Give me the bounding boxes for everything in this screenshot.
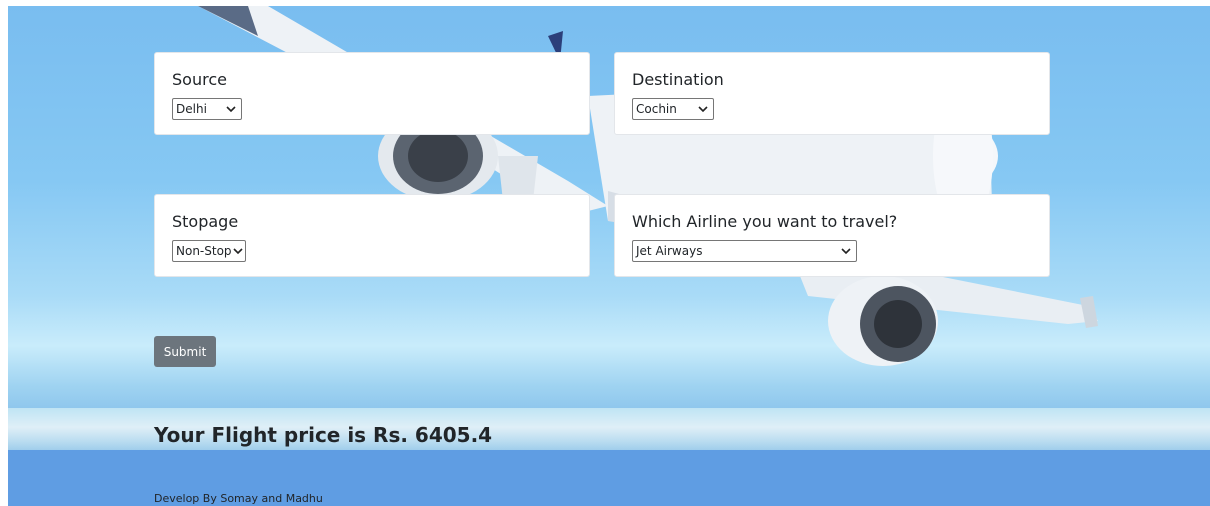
destination-select[interactable]: Cochin — [632, 98, 714, 120]
stopage-select-value: Non-Stop — [176, 244, 232, 258]
airline-card: Which Airline you want to travel? Jet Ai… — [614, 194, 1050, 277]
stopage-card: Stopage Non-Stop — [154, 194, 590, 277]
footer-credit: Develop By Somay and Madhu — [154, 492, 323, 505]
chevron-down-icon — [226, 106, 236, 113]
airline-select[interactable]: Jet Airways — [632, 240, 857, 262]
stopage-label: Stopage — [172, 212, 239, 231]
stopage-select[interactable]: Non-Stop — [172, 240, 246, 262]
submit-button[interactable]: Submit — [154, 336, 216, 367]
destination-select-value: Cochin — [636, 102, 677, 116]
destination-label: Destination — [632, 70, 724, 89]
airline-label: Which Airline you want to travel? — [632, 212, 898, 231]
chevron-down-icon — [698, 106, 708, 113]
chevron-down-icon — [841, 248, 851, 255]
destination-card: Destination Cochin — [614, 52, 1050, 135]
source-label: Source — [172, 70, 227, 89]
chevron-down-icon — [233, 248, 243, 255]
source-select[interactable]: Delhi — [172, 98, 242, 120]
source-select-value: Delhi — [176, 102, 207, 116]
source-card: Source Delhi — [154, 52, 590, 135]
flight-price-result: Your Flight price is Rs. 6405.4 — [154, 423, 493, 447]
airline-select-value: Jet Airways — [636, 244, 703, 258]
